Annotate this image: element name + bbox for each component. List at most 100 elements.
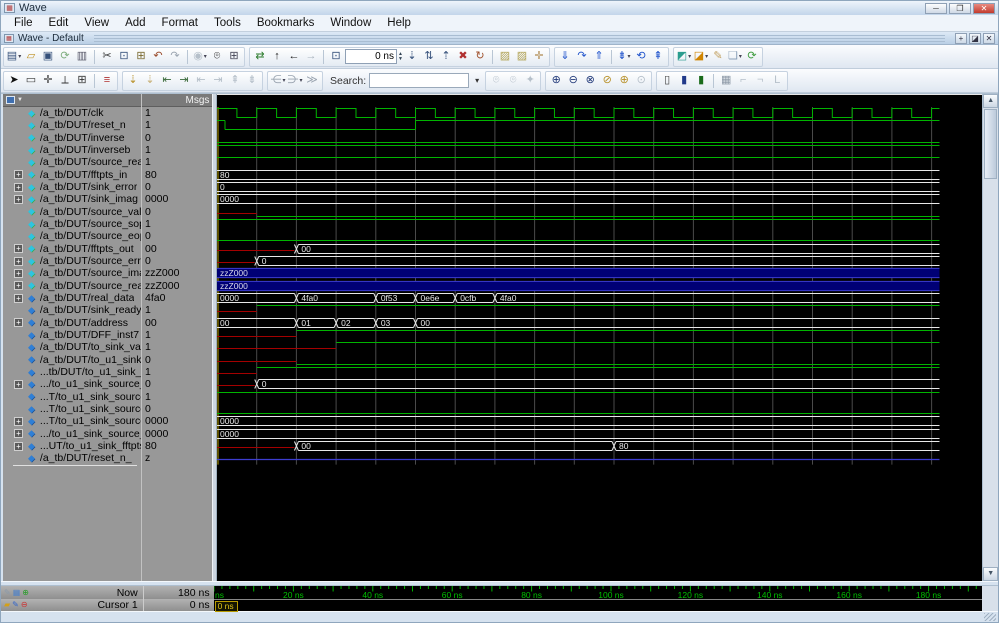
- menu-item-window[interactable]: Window: [323, 16, 378, 30]
- signal-row-inverseb[interactable]: ◆ /a_tb/DUT/inverseb: [3, 144, 141, 156]
- expand-icon[interactable]: +: [14, 293, 23, 303]
- wave-row-sink_ready[interactable]: [217, 304, 982, 316]
- undo-button[interactable]: ↶: [150, 49, 166, 65]
- menu-item-help[interactable]: Help: [380, 16, 418, 30]
- print-button[interactable]: ▥: [74, 49, 90, 65]
- pane-dock-button[interactable]: ◪: [969, 32, 981, 44]
- chevron-down-icon[interactable]: ▼: [17, 97, 23, 103]
- step-out-button[interactable]: ⇑: [591, 49, 607, 65]
- menu-item-edit[interactable]: Edit: [42, 16, 76, 30]
- signal-row-fftpts_in[interactable]: + ◆ /a_tb/DUT/fftpts_in: [3, 169, 141, 181]
- pane-add-button[interactable]: +: [955, 32, 967, 44]
- wave-empty-area[interactable]: [217, 464, 983, 581]
- signal-row-sink_error[interactable]: + ◆ /a_tb/DUT/sink_error: [3, 181, 141, 193]
- scrollbar-track[interactable]: [983, 180, 998, 567]
- cursor-label[interactable]: Cursor 1: [97, 599, 139, 611]
- wave-row-clk[interactable]: [217, 107, 982, 119]
- search-edge-button[interactable]: ⇅: [421, 49, 437, 65]
- expand-icon[interactable]: +: [14, 268, 23, 278]
- save-format-button[interactable]: ▨: [497, 49, 513, 65]
- menu-item-tools[interactable]: Tools: [207, 16, 248, 30]
- resize-grip-icon[interactable]: [984, 613, 996, 621]
- delete-cursor-icon[interactable]: ⊖: [21, 601, 28, 609]
- run-all-button[interactable]: ⟲: [633, 49, 649, 65]
- expand-icon[interactable]: +: [14, 429, 23, 439]
- goto-source-button[interactable]: ⇄: [252, 49, 268, 65]
- search-falling-button[interactable]: ⇣: [404, 49, 420, 65]
- new-document-button[interactable]: ▤ ▾: [6, 49, 22, 65]
- minimize-button[interactable]: ─: [925, 2, 947, 14]
- zoom-cursor-button[interactable]: ⊘: [599, 73, 615, 89]
- layout-button[interactable]: ❏ ▾: [727, 49, 743, 65]
- pan-mode-button[interactable]: ✛: [40, 73, 56, 89]
- signal-row-to_u1_sink_source_eop[interactable]: ◆ ...T/to_u1_sink_source_eop: [3, 403, 141, 415]
- menu-item-format[interactable]: Format: [155, 16, 205, 30]
- signal-row-sink_imag[interactable]: + ◆ /a_tb/DUT/sink_imag: [3, 193, 141, 205]
- wave-row-inverseb[interactable]: [217, 144, 982, 156]
- wave-row-fftpts_out[interactable]: 00: [217, 243, 982, 255]
- signal-green-view-button[interactable]: ▮: [693, 73, 709, 89]
- wave-row-address[interactable]: 00 01 02 03 00: [217, 317, 982, 329]
- wave-row-source_valid[interactable]: [217, 206, 982, 218]
- expand-icon[interactable]: +: [14, 182, 23, 192]
- timeline-ruler[interactable]: ns 20 ns 40 ns 60 ns 80 ns 100 ns 120 ns 140 ns…: [213, 586, 983, 600]
- add-cursor-icon[interactable]: ⊕: [22, 588, 29, 597]
- expand-icon[interactable]: +: [14, 416, 23, 426]
- modify-cursor-icon[interactable]: ✎: [4, 588, 11, 597]
- wave-row-to_u1_sink_ready[interactable]: [217, 366, 982, 378]
- wave-row-DFF_inst7[interactable]: [217, 329, 982, 341]
- search-input[interactable]: [369, 73, 470, 88]
- signal-row-reset_n_[interactable]: ◆ /a_tb/DUT/reset_n_: [3, 452, 141, 464]
- menu-item-file[interactable]: File: [7, 16, 40, 30]
- menu-item-bookmarks[interactable]: Bookmarks: [250, 16, 322, 30]
- signal-row-address[interactable]: + ◆ /a_tb/DUT/address: [3, 317, 141, 329]
- delete-all-button[interactable]: ✖: [455, 49, 471, 65]
- move-up-button[interactable]: ↑: [269, 49, 285, 65]
- signal-row-to_sink_valid_[interactable]: ◆ /a_tb/DUT/to_sink_valid_: [3, 341, 141, 353]
- back-button[interactable]: ←: [286, 49, 302, 65]
- zoom-range-button[interactable]: ⊕: [616, 73, 632, 89]
- wave-row-to_u1_sink_source_imag[interactable]: 0000: [217, 428, 982, 440]
- expand-icon[interactable]: +: [14, 318, 23, 328]
- edit-cursor-icon[interactable]: ✎: [12, 601, 19, 609]
- signal-default-view-button[interactable]: ▯: [659, 73, 675, 89]
- cursor-time-box[interactable]: 0 ns: [214, 601, 238, 612]
- signal-row-to_u1_sink_source_real[interactable]: + ◆ ...T/to_u1_sink_source_real: [3, 415, 141, 427]
- zoom-out-button[interactable]: ⊖: [565, 73, 581, 89]
- restore-time-button[interactable]: ⊡: [328, 49, 344, 65]
- scrollbar-thumb[interactable]: [984, 109, 998, 179]
- recycle-button[interactable]: ⟳: [744, 49, 760, 65]
- time-input[interactable]: [345, 49, 397, 64]
- wave-row-reset_n[interactable]: [217, 119, 982, 131]
- maximize-button[interactable]: ❐: [949, 2, 971, 14]
- wave-row-to_u1_sink_source_error[interactable]: 0: [217, 378, 982, 390]
- signal-row-real_data[interactable]: + ◆ /a_tb/DUT/real_data: [3, 292, 141, 304]
- wave-row-to_sink_valid_[interactable]: [217, 341, 982, 353]
- next-transition-button[interactable]: ⇥: [176, 73, 192, 89]
- edit-grid-button[interactable]: ⊞: [74, 73, 90, 89]
- expand-icon[interactable]: +: [14, 281, 23, 291]
- wave-row-to_u1_sink_valid[interactable]: [217, 354, 982, 366]
- vertical-scrollbar[interactable]: ▲ ▼: [982, 94, 999, 581]
- reload-button[interactable]: ⟳: [57, 49, 73, 65]
- signal-row-to_u1_sink_valid[interactable]: ◆ /a_tb/DUT/to_u1_sink_valid: [3, 354, 141, 366]
- signal-row-reset_n[interactable]: ◆ /a_tb/DUT/reset_n: [3, 119, 141, 131]
- zoom-in-button[interactable]: ⊕: [548, 73, 564, 89]
- wave-row-source_sop[interactable]: [217, 218, 982, 230]
- cursor-list-icon[interactable]: ▦: [13, 588, 21, 597]
- scroll-up-icon[interactable]: ▲: [983, 94, 999, 108]
- pan-button[interactable]: ✛: [531, 49, 547, 65]
- breakpoints-button[interactable]: ≡: [99, 73, 115, 89]
- prev-transition-button[interactable]: ⇤: [159, 73, 175, 89]
- wave-row-inverse[interactable]: [217, 132, 982, 144]
- menu-item-view[interactable]: View: [77, 16, 116, 30]
- wave-row-to_u1_sink_source_eop[interactable]: [217, 403, 982, 415]
- signal-row-DFF_inst7[interactable]: ◆ /a_tb/DUT/DFF_inst7: [3, 329, 141, 341]
- lock-cursor-icon[interactable]: ▰: [4, 601, 10, 609]
- expand-icon[interactable]: +: [14, 244, 23, 254]
- wave-row-sink_error[interactable]: 0: [217, 181, 982, 193]
- signal-row-to_u1_sink_ready[interactable]: ◆ ...tb/DUT/to_u1_sink_ready: [3, 366, 141, 378]
- wave-row-sink_imag[interactable]: 0000: [217, 193, 982, 205]
- paste-button[interactable]: ⊞: [133, 49, 149, 65]
- block-view-button[interactable]: ▦: [718, 73, 734, 89]
